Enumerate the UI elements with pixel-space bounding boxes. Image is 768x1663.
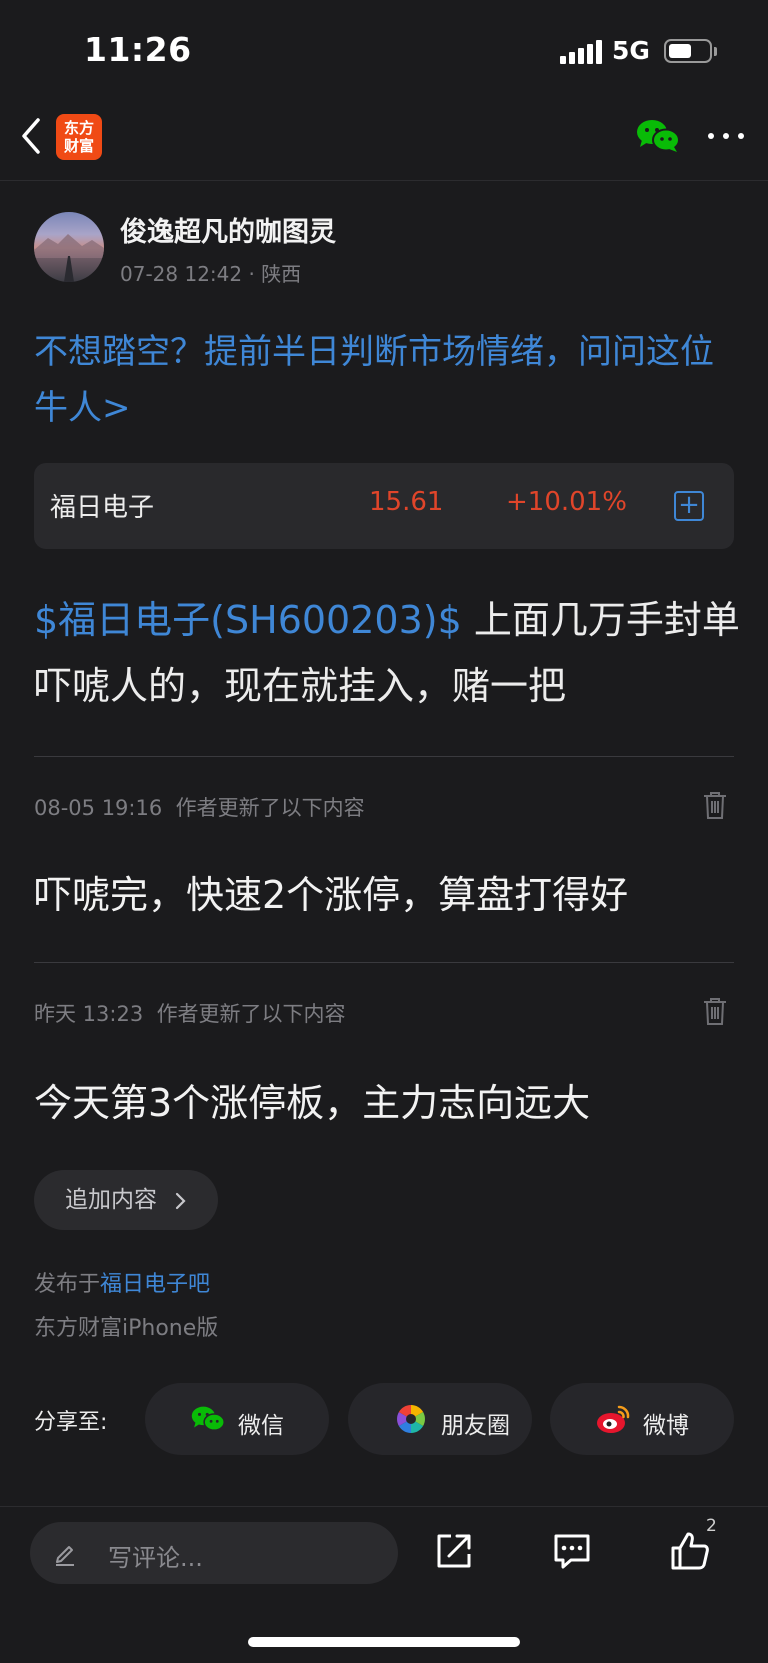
battery-tip bbox=[714, 47, 717, 56]
post-location: 陕西 bbox=[261, 262, 302, 286]
append-label: 追加内容 bbox=[65, 1187, 157, 1213]
stock-change: +10.01% bbox=[506, 487, 627, 517]
comment-placeholder: 写评论... bbox=[108, 1544, 203, 1572]
home-indicator bbox=[248, 1637, 520, 1647]
share-wechat-button[interactable]: 微信 bbox=[145, 1383, 329, 1455]
share-weibo-button[interactable]: 微博 bbox=[550, 1383, 734, 1455]
stock-card[interactable]: 福日电子 15.61 +10.01% + bbox=[34, 463, 734, 549]
update-label: 作者更新了以下内容 bbox=[175, 796, 365, 820]
update-label: 作者更新了以下内容 bbox=[156, 1002, 346, 1026]
wechat-share-button[interactable] bbox=[636, 118, 680, 154]
like-count: 2 bbox=[706, 1516, 717, 1536]
like-button[interactable] bbox=[669, 1530, 711, 1572]
delete-button[interactable] bbox=[702, 790, 728, 820]
comment-icon bbox=[554, 1534, 590, 1569]
meta-separator: · bbox=[248, 262, 262, 286]
more-icon[interactable] bbox=[708, 130, 744, 142]
trash-icon bbox=[704, 792, 726, 819]
client-info: 东方财富iPhone版 bbox=[34, 1316, 219, 1341]
wechat-icon bbox=[637, 120, 680, 152]
status-time: 11:26 bbox=[84, 30, 192, 69]
update-meta: 昨天 13:23 作者更新了以下内容 bbox=[34, 998, 346, 1028]
avatar[interactable] bbox=[34, 212, 104, 282]
back-icon bbox=[22, 118, 40, 154]
update-meta: 08-05 19:16 作者更新了以下内容 bbox=[34, 792, 365, 822]
author-name[interactable]: 俊逸超凡的咖图灵 bbox=[120, 210, 336, 249]
share-wechat-label: 微信 bbox=[238, 1413, 284, 1439]
trash-icon bbox=[704, 998, 726, 1025]
chevron-right-icon bbox=[175, 1192, 186, 1210]
update-time: 昨天 13:23 bbox=[34, 1002, 144, 1026]
update-time: 08-05 19:16 bbox=[34, 796, 163, 820]
forum-link[interactable]: 福日电子吧 bbox=[100, 1272, 210, 1297]
share-label: 分享至: bbox=[34, 1410, 108, 1435]
promo-link[interactable]: 不想踏空？提前半日判断市场情绪，问问这位牛人> bbox=[34, 324, 734, 436]
post-date: 07-28 12:42 bbox=[120, 262, 243, 286]
post-body: $福日电子(SH600203)$ 上面几万手封单吓唬人的，现在就挂入，赌一把 bbox=[34, 587, 746, 719]
comment-input[interactable]: 写评论... bbox=[30, 1522, 398, 1584]
logo-line2: 财富 bbox=[63, 137, 94, 155]
battery-icon bbox=[664, 39, 712, 63]
app-logo: 东方 财富 bbox=[56, 114, 102, 160]
forward-button[interactable] bbox=[433, 1530, 475, 1572]
delete-button[interactable] bbox=[702, 996, 728, 1026]
weibo-icon bbox=[597, 1405, 630, 1433]
stock-price: 15.61 bbox=[369, 487, 444, 517]
moments-icon bbox=[397, 1405, 425, 1433]
append-content-button[interactable]: 追加内容 bbox=[34, 1170, 218, 1230]
back-button[interactable] bbox=[18, 116, 48, 156]
share-icon bbox=[437, 1534, 471, 1568]
bottom-divider bbox=[0, 1506, 768, 1507]
published-in: 发布于福日电子吧 bbox=[34, 1266, 210, 1298]
update-text: 今天第3个涨停板，主力志向远大 bbox=[34, 1081, 591, 1125]
nav-divider bbox=[0, 180, 768, 181]
update-text: 吓唬完，快速2个涨停，算盘打得好 bbox=[34, 873, 629, 917]
share-moments-label: 朋友圈 bbox=[441, 1413, 510, 1439]
stock-name: 福日电子 bbox=[50, 493, 155, 523]
logo-line1: 东方 bbox=[63, 119, 94, 137]
add-icon[interactable]: + bbox=[674, 491, 704, 521]
published-prefix: 发布于 bbox=[34, 1272, 101, 1297]
comment-button[interactable] bbox=[551, 1530, 593, 1572]
post-meta: 07-28 12:42 · 陕西 bbox=[120, 258, 301, 287]
divider bbox=[34, 756, 734, 757]
network-label: 5G bbox=[612, 36, 650, 65]
signal-icon bbox=[560, 40, 602, 64]
avatar-image bbox=[34, 234, 104, 282]
share-weibo-label: 微博 bbox=[643, 1413, 689, 1439]
share-moments-button[interactable]: 朋友圈 bbox=[348, 1383, 532, 1455]
wechat-icon bbox=[191, 1406, 225, 1431]
like-icon bbox=[671, 1532, 709, 1570]
pencil-icon bbox=[56, 1546, 74, 1566]
stock-tag-link[interactable]: $福日电子(SH600203)$ bbox=[34, 598, 462, 642]
divider bbox=[34, 962, 734, 963]
